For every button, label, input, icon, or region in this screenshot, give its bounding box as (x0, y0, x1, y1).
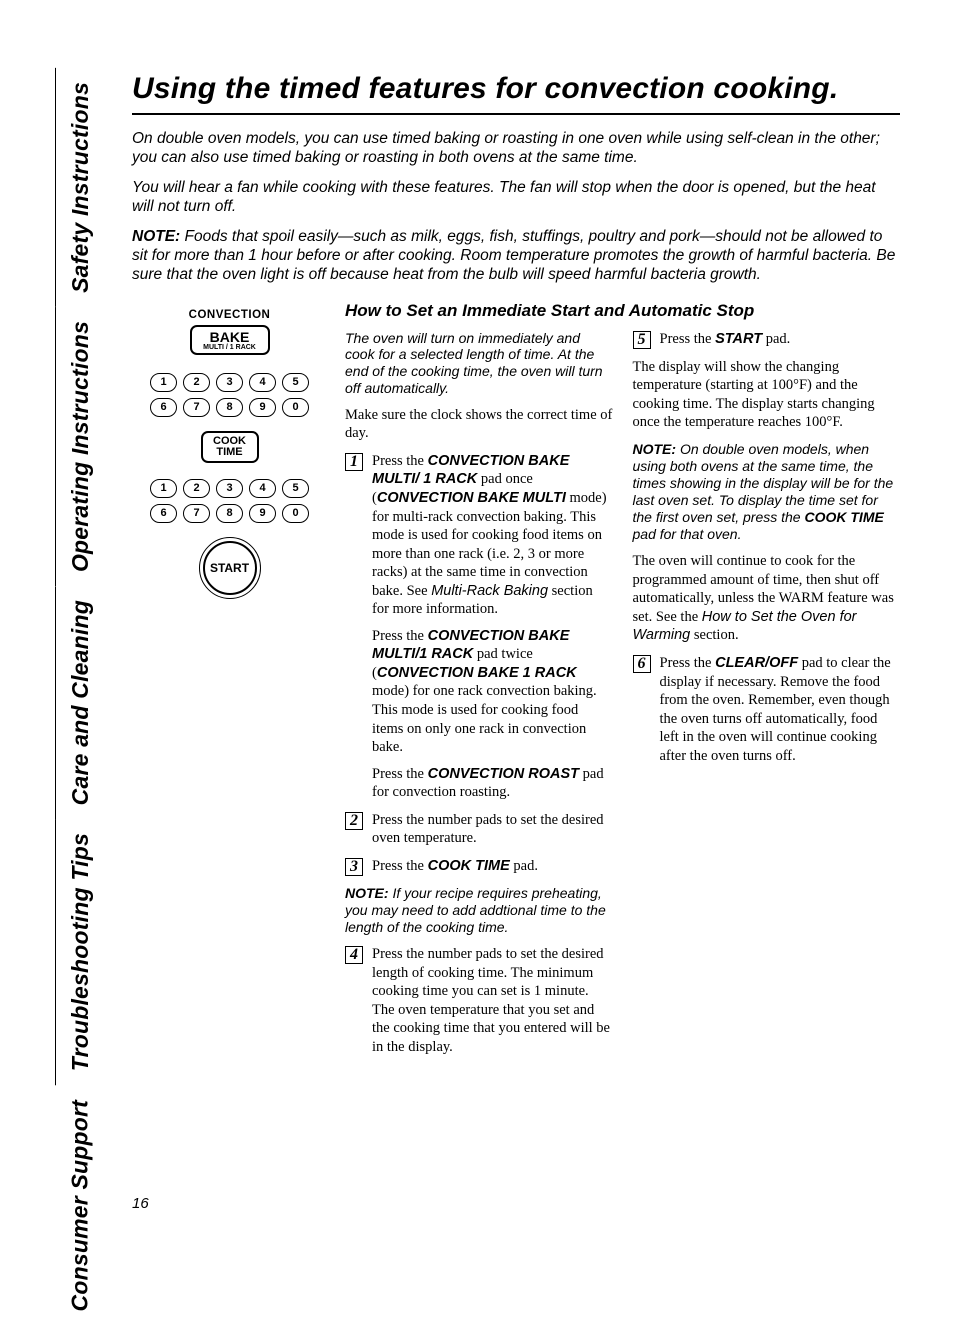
key-6b: 6 (150, 504, 177, 523)
key-7: 7 (183, 398, 210, 417)
tab-consumer: Consumer Support (55, 1086, 105, 1325)
main-content: Using the timed features for convection … (132, 72, 900, 1065)
tab-care: Care and Cleaning (55, 586, 105, 819)
key-3b: 3 (216, 479, 243, 498)
key-7b: 7 (183, 504, 210, 523)
intro-p1: On double oven models, you can use timed… (132, 129, 900, 168)
key-8b: 8 (216, 504, 243, 523)
col-left: The oven will turn on immediately and co… (345, 330, 613, 1066)
howto-section: How to Set an Immediate Start and Automa… (345, 301, 900, 1066)
note-text: Foods that spoil easily—such as milk, eg… (132, 228, 895, 284)
intro-note: NOTE: Foods that spoil easily—such as mi… (132, 227, 900, 285)
keypad-row-1: 1 2 3 4 5 (132, 373, 327, 392)
step-1: 1 Press the CONVECTION BAKE MULTI/ 1 RAC… (345, 452, 613, 802)
note-preheat: NOTE: If your recipe requires preheating… (345, 885, 613, 936)
control-illustration: CONVECTION BAKE MULTI / 1 RACK 1 2 3 4 5… (132, 301, 327, 1066)
step-4: 4 Press the number pads to set the desir… (345, 945, 613, 1056)
step-5-body: Press the START pad. (660, 330, 791, 349)
after-step5: The display will show the changing tempe… (633, 358, 901, 432)
tab-trouble: Troubleshooting Tips (55, 819, 105, 1085)
step-4-num: 4 (345, 946, 363, 964)
after-note2: The oven will continue to cook for the p… (633, 552, 901, 645)
key-0b: 0 (282, 504, 309, 523)
keypad-row-4: 6 7 8 9 0 (132, 504, 327, 523)
bake-button-graphic: BAKE MULTI / 1 RACK (190, 325, 270, 355)
step-3-body: Press the COOK TIME pad. (372, 857, 538, 876)
bake-sub-label: MULTI / 1 RACK (192, 344, 268, 351)
cook-label: COOK (203, 436, 257, 447)
key-5: 5 (282, 373, 309, 392)
clock-text: Make sure the clock shows the correct ti… (345, 406, 613, 443)
bake-label: BAKE (192, 330, 268, 344)
cook-time-button-graphic: COOK TIME (201, 431, 259, 463)
howto-heading: How to Set an Immediate Start and Automa… (345, 301, 900, 321)
step-6-body: Press the CLEAR/OFF pad to clear the dis… (660, 654, 901, 765)
intro-block: On double oven models, you can use timed… (132, 129, 900, 285)
step-1-num: 1 (345, 453, 363, 471)
key-4b: 4 (249, 479, 276, 498)
lead-text: The oven will turn on immediately and co… (345, 330, 613, 397)
key-6: 6 (150, 398, 177, 417)
step-1-body: Press the CONVECTION BAKE MULTI/ 1 RACK … (372, 452, 613, 802)
key-4: 4 (249, 373, 276, 392)
key-0: 0 (282, 398, 309, 417)
step-2-body: Press the number pads to set the desired… (372, 811, 613, 848)
step-5-num: 5 (633, 331, 651, 349)
step-3-num: 3 (345, 858, 363, 876)
key-9b: 9 (249, 504, 276, 523)
keypad-row-2: 6 7 8 9 0 (132, 398, 327, 417)
step-6: 6 Press the CLEAR/OFF pad to clear the d… (633, 654, 901, 765)
note-double-oven: NOTE: On double oven models, when using … (633, 441, 901, 543)
note-label: NOTE: (132, 228, 180, 245)
key-5b: 5 (282, 479, 309, 498)
key-9: 9 (249, 398, 276, 417)
keypad-row-3: 1 2 3 4 5 (132, 479, 327, 498)
time-label: TIME (203, 447, 257, 458)
key-8: 8 (216, 398, 243, 417)
tab-safety: Safety Instructions (55, 68, 105, 307)
tab-operating: Operating Instructions (55, 307, 105, 586)
key-2: 2 (183, 373, 210, 392)
key-1: 1 (150, 373, 177, 392)
step-2: 2 Press the number pads to set the desir… (345, 811, 613, 848)
intro-p2: You will hear a fan while cooking with t… (132, 178, 900, 217)
step-6-num: 6 (633, 655, 651, 673)
convection-label: CONVECTION (132, 309, 327, 321)
key-1b: 1 (150, 479, 177, 498)
page-title: Using the timed features for convection … (132, 72, 900, 115)
key-2b: 2 (183, 479, 210, 498)
step-4-body: Press the number pads to set the desired… (372, 945, 613, 1056)
col-right: 5 Press the START pad. The display will … (633, 330, 901, 1066)
side-tabs: Safety Instructions Operating Instructio… (55, 68, 105, 1188)
step-3: 3 Press the COOK TIME pad. (345, 857, 613, 876)
step-5: 5 Press the START pad. (633, 330, 901, 349)
start-button-graphic: START (203, 541, 257, 595)
key-3: 3 (216, 373, 243, 392)
page-number: 16 (132, 1195, 149, 1212)
step-2-num: 2 (345, 812, 363, 830)
